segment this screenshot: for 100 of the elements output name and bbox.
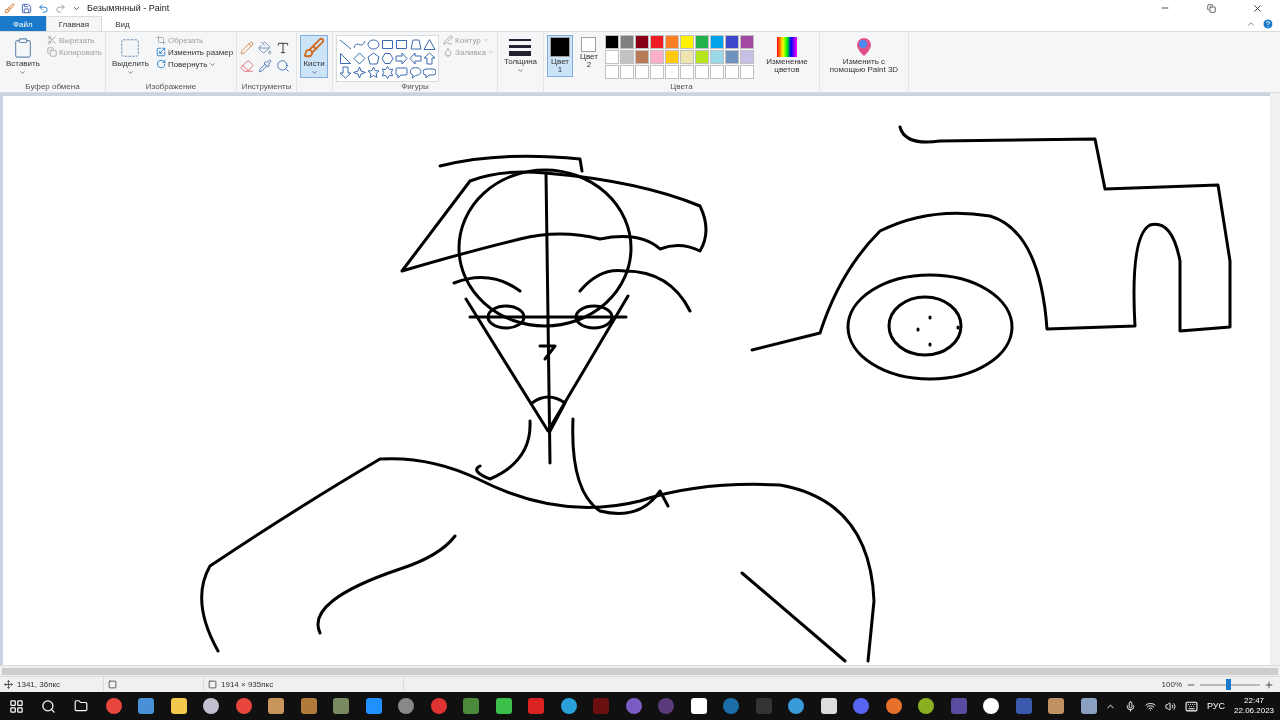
palette-swatch[interactable] xyxy=(694,35,709,49)
taskbar-app-icon[interactable] xyxy=(788,698,805,714)
zoom-in-icon[interactable] xyxy=(1264,679,1274,690)
undo-icon[interactable] xyxy=(38,2,49,14)
clock-time[interactable]: 22:47 xyxy=(1244,696,1265,706)
network-icon[interactable] xyxy=(1145,700,1156,712)
scrollbar-thumb[interactable] xyxy=(2,667,1278,675)
color-slot-button[interactable]: Цвет 1 xyxy=(547,35,573,77)
microphone-icon[interactable] xyxy=(1125,700,1136,712)
shape-icon[interactable] xyxy=(395,52,409,65)
palette-swatch[interactable] xyxy=(619,35,634,49)
shape-icon[interactable] xyxy=(353,66,367,79)
shape-icon[interactable] xyxy=(339,66,353,79)
image-size-icon xyxy=(208,680,217,689)
text-icon[interactable] xyxy=(276,41,291,55)
rotate-button[interactable]: Повернуть xyxy=(155,59,234,69)
shape-icon[interactable] xyxy=(353,38,367,51)
shape-icon[interactable] xyxy=(367,38,381,51)
size-button[interactable]: Толщина xyxy=(500,35,540,77)
group-label: Инструменты xyxy=(240,82,293,91)
shape-icon[interactable] xyxy=(395,38,409,51)
help-icon[interactable] xyxy=(1262,17,1274,30)
taskbar-app-icon[interactable] xyxy=(983,698,1000,714)
scissors-icon xyxy=(46,35,57,45)
shape-icon[interactable] xyxy=(409,66,423,79)
shape-icon[interactable] xyxy=(423,66,437,79)
taskbar-app-icon[interactable] xyxy=(203,698,220,714)
taskbar-app-icon[interactable] xyxy=(138,698,155,714)
clock-date[interactable]: 22.06.2023 xyxy=(1234,706,1275,716)
outline-pen-icon xyxy=(443,35,454,45)
palette-swatch[interactable] xyxy=(724,50,739,64)
taskbar-app-icon[interactable] xyxy=(690,698,707,714)
color-spectrum-icon xyxy=(776,37,797,57)
ribbon-tab[interactable]: Вид xyxy=(102,16,143,31)
search-icon[interactable] xyxy=(41,698,57,714)
taskbar-app-icon[interactable] xyxy=(1080,698,1097,714)
eraser-icon[interactable] xyxy=(240,59,255,73)
save-icon[interactable] xyxy=(21,2,32,14)
shape-icon[interactable] xyxy=(381,38,395,51)
palette-swatch[interactable] xyxy=(739,35,754,49)
taskbar-app-icon[interactable] xyxy=(820,698,837,714)
shape-icon[interactable] xyxy=(409,52,423,65)
palette-swatch[interactable] xyxy=(649,35,664,49)
windows-start-icon[interactable] xyxy=(8,698,24,714)
shape-icon[interactable] xyxy=(339,38,353,51)
paint-3d-button[interactable]: Изменить с помощью Paint 3D xyxy=(822,35,905,77)
caret-icon xyxy=(516,67,524,75)
magnifier-icon[interactable] xyxy=(276,59,291,73)
paste-button[interactable]: Вставить xyxy=(3,35,43,79)
caret-icon xyxy=(126,69,134,77)
volume-icon[interactable] xyxy=(1165,700,1176,712)
group-label: Цвета xyxy=(669,82,694,91)
redo-icon[interactable] xyxy=(55,2,66,14)
palette-swatch[interactable] xyxy=(739,50,754,64)
shape-icon[interactable] xyxy=(381,66,395,79)
taskbar-app-icon[interactable] xyxy=(560,698,577,714)
taskbar-app-icon[interactable] xyxy=(170,698,187,714)
palette-swatch[interactable] xyxy=(679,35,694,49)
taskbar-app-icon[interactable] xyxy=(918,698,935,714)
palette-swatch[interactable] xyxy=(664,50,679,64)
zoom-slider-thumb[interactable] xyxy=(1226,678,1232,690)
language-indicator[interactable]: РУС xyxy=(1207,701,1226,711)
shape-icon[interactable] xyxy=(395,66,409,79)
palette-swatch[interactable] xyxy=(604,50,619,64)
paint-3d-icon xyxy=(854,37,873,57)
file-menu-tab[interactable]: Файл xyxy=(0,16,46,31)
edit-colors-button[interactable]: Изменение цветов xyxy=(757,35,816,77)
palette-swatch[interactable] xyxy=(619,50,634,64)
palette-swatch[interactable] xyxy=(724,35,739,49)
taskbar-app-icon[interactable] xyxy=(885,698,902,714)
select-button[interactable]: Выделить xyxy=(109,35,152,79)
vertical-scrollbar[interactable] xyxy=(1270,93,1280,665)
pencil-icon[interactable] xyxy=(240,41,255,55)
palette-swatch[interactable] xyxy=(649,50,664,64)
palette-swatch[interactable] xyxy=(694,50,709,64)
palette-swatch[interactable] xyxy=(709,50,724,64)
shape-icon[interactable] xyxy=(409,38,423,51)
palette-swatch[interactable] xyxy=(664,35,679,49)
palette-swatch[interactable] xyxy=(634,35,649,49)
color-picker-icon[interactable] xyxy=(258,59,273,73)
resize-button[interactable]: Изменить размер xyxy=(155,47,234,57)
taskbar-app-icon[interactable] xyxy=(495,698,512,714)
palette-swatch[interactable] xyxy=(709,35,724,49)
ribbon-tab[interactable]: Главная xyxy=(45,16,103,31)
shape-icon[interactable] xyxy=(423,52,437,65)
copy-icon xyxy=(46,47,57,57)
shape-icon[interactable] xyxy=(367,52,381,65)
shape-icon[interactable] xyxy=(367,66,381,79)
palette-swatch[interactable] xyxy=(604,35,619,49)
shape-icon[interactable] xyxy=(339,52,353,65)
taskbar-app-icon[interactable] xyxy=(365,698,382,714)
taskbar-app-icon[interactable] xyxy=(1048,698,1065,714)
keyboard-icon[interactable] xyxy=(1185,699,1198,713)
taskbar-app-icon[interactable] xyxy=(268,698,285,714)
palette-swatch[interactable] xyxy=(679,50,694,64)
color-slot-button[interactable]: Цвет 2 xyxy=(577,35,601,72)
palette-swatch[interactable] xyxy=(634,50,649,64)
brushes-button[interactable]: Кисти xyxy=(300,35,329,79)
shape-icon[interactable] xyxy=(423,38,437,51)
shape-icon[interactable] xyxy=(381,52,395,65)
